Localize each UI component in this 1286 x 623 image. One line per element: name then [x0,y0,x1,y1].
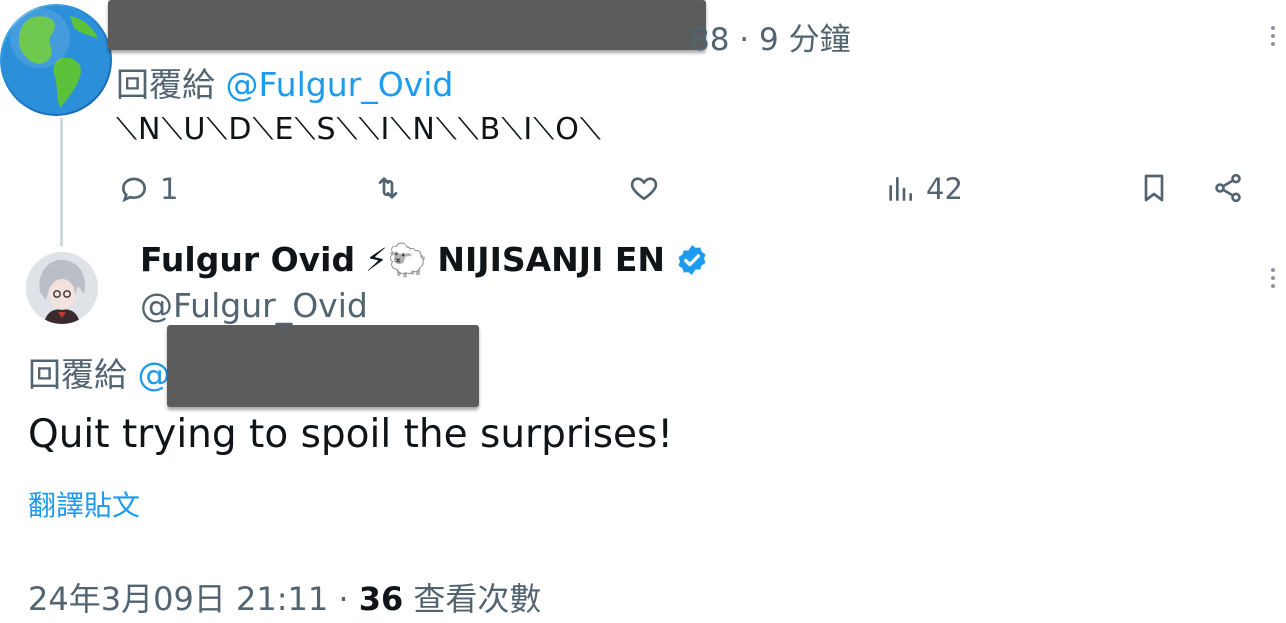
parent-avatar[interactable] [0,4,112,116]
view-count: 42 [926,172,963,206]
translate-post-link[interactable]: 翻譯貼文 [28,484,140,524]
reply-prefix: 回覆給 [116,65,215,104]
bookmark-button[interactable] [1138,172,1170,204]
thread-connector-line [60,118,63,246]
like-button[interactable] [628,172,670,204]
like-icon [630,177,658,201]
bookmark-icon [1144,174,1164,202]
verified-icon [678,244,706,275]
parent-tweet-meta: 88 · 9 分鐘 [690,22,851,58]
reply-icon [121,177,147,203]
view-count: 36 [358,580,404,618]
author-name-row[interactable]: Fulgur Ovid ⚡🐑 NIJISANJI EN [140,240,709,279]
main-reply-to: 回覆給 @ [28,348,171,396]
share-button[interactable] [1212,172,1244,204]
author-handle[interactable]: @Fulgur_Ovid [140,286,368,325]
separator: · [328,580,359,618]
retweet-button[interactable] [372,172,414,204]
views-button[interactable]: 42 [884,172,963,206]
timestamp[interactable]: 24年3月09日 21:11 [28,580,328,618]
name-emoji: ⚡🐑 [365,240,428,279]
view-label: 查看次數 [413,580,542,618]
reply-handle-link[interactable]: @ [138,355,171,394]
parent-tweet-text: ⟍N⟍U⟍D⟍E⟍S⟍⟍I⟍N⟍⟍B⟍I⟍O⟍ [116,112,602,147]
share-icon [1215,173,1241,203]
more-icon[interactable] [1270,268,1276,292]
retweet-icon [378,177,398,199]
display-name: Fulgur Ovid [140,240,356,279]
views-icon [889,177,912,201]
reply-handle-link[interactable]: @Fulgur_Ovid [226,65,454,104]
globe-icon [2,6,110,114]
reply-prefix: 回覆給 [28,355,127,394]
affiliation-text: NIJISANJI EN [437,240,665,279]
avatar-illustration [26,252,98,324]
redaction-box [108,0,706,50]
more-icon[interactable] [1270,26,1276,50]
reply-count: 1 [160,172,179,206]
redaction-box [167,325,479,407]
main-tweet-text: Quit trying to spoil the surprises! [28,412,673,457]
parent-reply-to: 回覆給 @Fulgur_Ovid [116,58,453,106]
reply-button[interactable]: 1 [118,172,178,206]
author-avatar[interactable] [26,252,98,324]
tweet-footer: 24年3月09日 21:11 · 36 查看次數 [28,574,541,620]
